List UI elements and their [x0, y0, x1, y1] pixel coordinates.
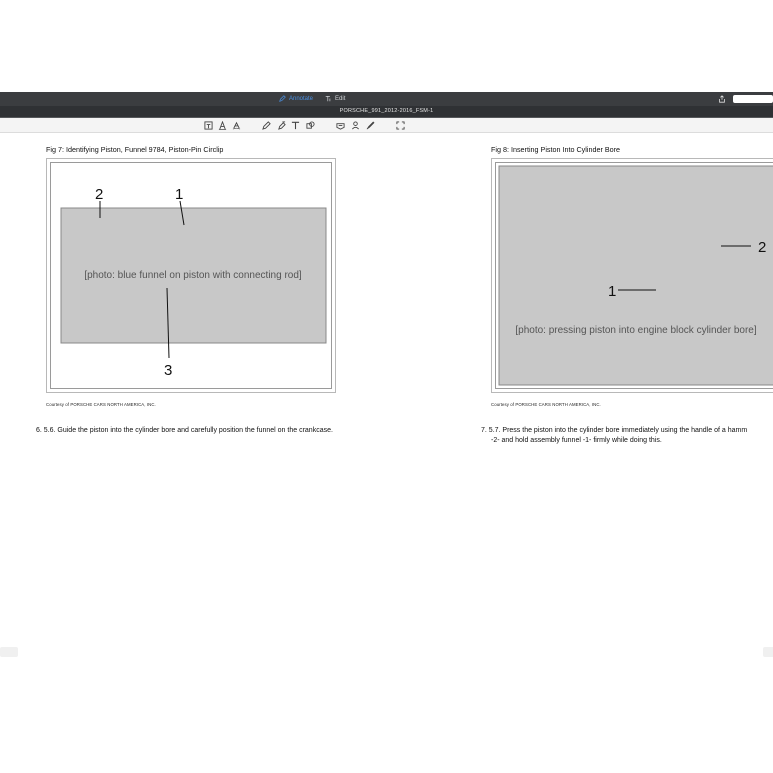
- text-size-tool-icon[interactable]: [218, 121, 227, 130]
- text-style-tool-icon[interactable]: [232, 121, 241, 130]
- tab-annotate[interactable]: Annotate: [279, 95, 313, 102]
- figure-7-courtesy: Courtesy of PORSCHE CARS NORTH AMERICA, …: [46, 402, 156, 407]
- step-7-line-1: 7. 5.7. Press the piston into the cylind…: [481, 426, 773, 436]
- annotation-toolbar: [0, 118, 773, 133]
- fullscreen-icon[interactable]: [396, 121, 405, 130]
- step-7-number: 7.: [481, 427, 487, 434]
- previous-page-handle[interactable]: [0, 647, 18, 657]
- figure-8-title: Fig 8: Inserting Piston Into Cylinder Bo…: [491, 145, 621, 154]
- search-input[interactable]: [733, 95, 773, 103]
- pencil-tool-icon[interactable]: [262, 121, 271, 130]
- step-6: 6. 5.6. Guide the piston into the cylind…: [36, 426, 336, 436]
- figure-7-image: [photo: blue funnel on piston with conne…: [50, 162, 332, 389]
- mode-tabs: Annotate Edit: [279, 95, 345, 102]
- pen-tool-icon[interactable]: [366, 121, 375, 130]
- callout-2: 2: [95, 186, 103, 203]
- document-title: PORSCHE_991_2012-2016_FSM-1: [339, 108, 434, 114]
- step-6-text: 5.6. Guide the piston into the cylinder …: [43, 427, 333, 434]
- figure-8-courtesy: Courtesy of PORSCHE CARS NORTH AMERICA, …: [491, 402, 601, 407]
- share-icon[interactable]: [718, 95, 726, 103]
- figure-8-frame: [photo: pressing piston into engine bloc…: [491, 158, 773, 393]
- step-7: 7. 5.7. Press the piston into the cylind…: [481, 426, 773, 446]
- main-toolbar: Annotate Edit: [0, 92, 773, 106]
- callout-2: 2: [758, 239, 766, 256]
- figure-8-image: [photo: pressing piston into engine bloc…: [495, 162, 773, 389]
- pen-icon: [279, 95, 286, 102]
- text-cursor-icon: [325, 95, 332, 102]
- tab-annotate-label: Annotate: [289, 95, 314, 102]
- text-tool-icon[interactable]: [291, 121, 300, 130]
- figure-8-image-label: [photo: pressing piston into engine bloc…: [515, 325, 756, 336]
- document-title-bar: PORSCHE_991_2012-2016_FSM-1: [0, 106, 773, 118]
- figure-7-frame: [photo: blue funnel on piston with conne…: [46, 158, 336, 393]
- shape-tool-icon[interactable]: [306, 121, 315, 130]
- step-6-number: 6.: [36, 427, 42, 434]
- callout-1: 1: [175, 186, 183, 203]
- next-page-handle[interactable]: [763, 647, 773, 657]
- figure-7-image-label: [photo: blue funnel on piston with conne…: [84, 270, 302, 281]
- stamp-tool-icon[interactable]: [336, 121, 345, 130]
- figure-7-title: Fig 7: Identifying Piston, Funnel 9784, …: [46, 145, 224, 154]
- step-7-text-line-2: -2- and hold assembly funnel -1- firmly …: [491, 437, 662, 444]
- top-band: [0, 0, 773, 92]
- tab-edit-label: Edit: [335, 95, 346, 102]
- tab-edit[interactable]: Edit: [325, 95, 345, 102]
- signature-tool-icon[interactable]: [351, 121, 360, 130]
- callout-3: 3: [164, 362, 172, 379]
- highlighter-tool-icon[interactable]: [277, 121, 286, 130]
- step-7-text-line-1: 5.7. Press the piston into the cylinder …: [488, 427, 748, 434]
- callout-1: 1: [608, 283, 616, 300]
- text-box-tool-icon[interactable]: [204, 121, 213, 130]
